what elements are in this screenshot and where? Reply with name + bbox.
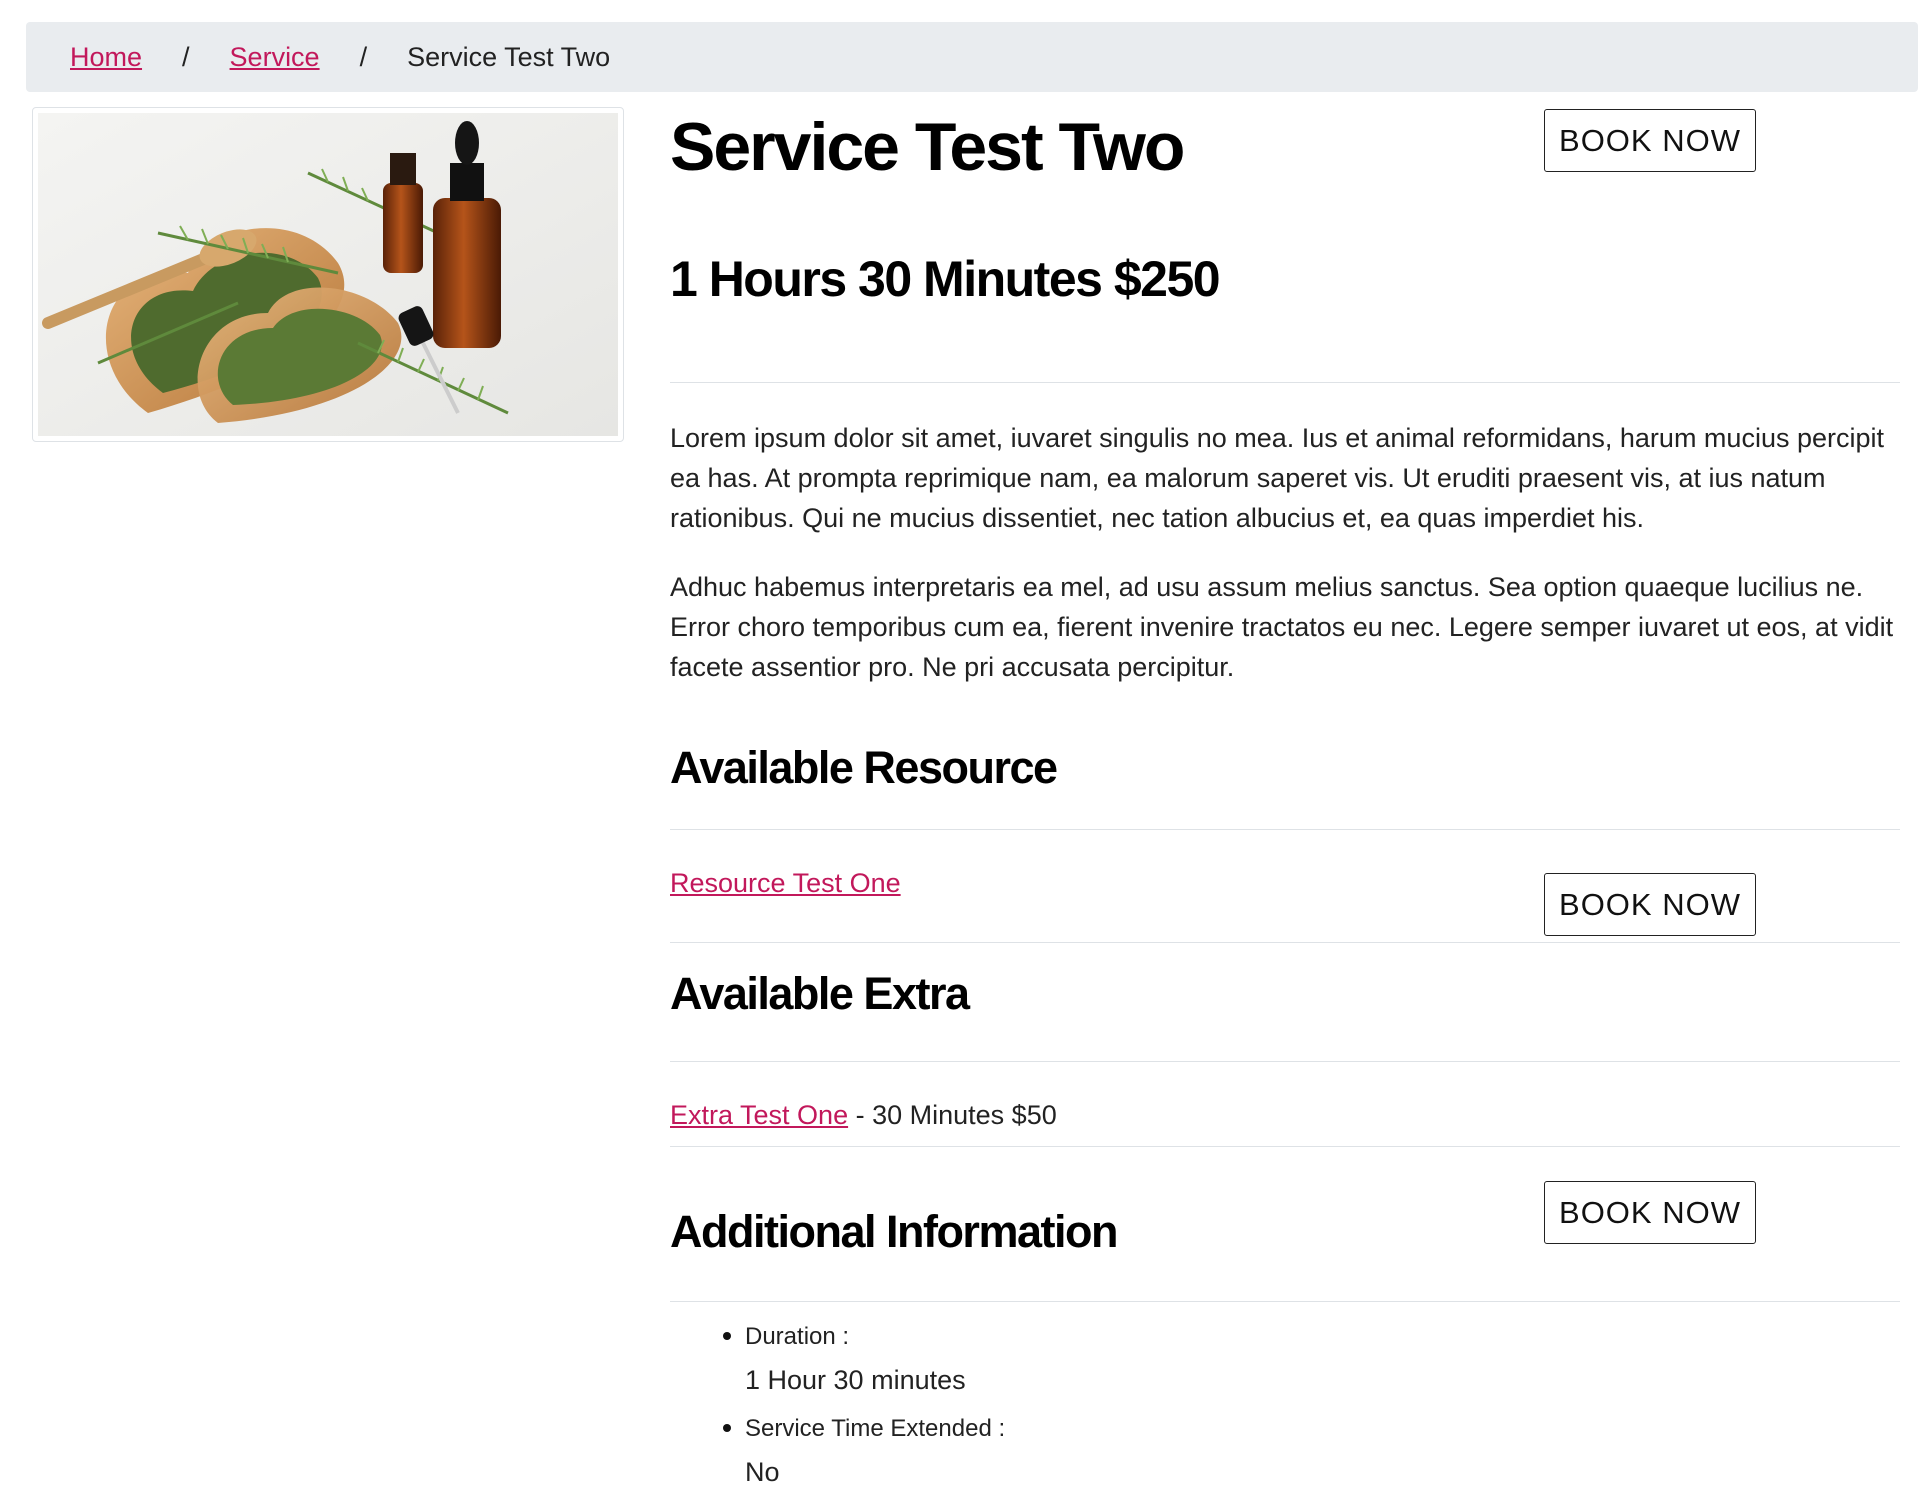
breadcrumb-separator: / (359, 41, 368, 72)
info-label-duration: Duration : (745, 1323, 850, 1350)
divider (670, 1146, 1900, 1147)
divider (670, 382, 1900, 383)
book-now-button-top[interactable]: BOOK NOW (1544, 109, 1756, 172)
divider (670, 942, 1900, 943)
resource-link[interactable]: Resource Test One (670, 868, 901, 898)
breadcrumb-separator: / (182, 41, 190, 72)
divider (670, 1301, 1900, 1302)
list-item: Duration : 1 Hour 30 minutes (700, 1318, 1005, 1402)
available-resource-heading: Available Resource (670, 742, 1058, 793)
additional-info-list: Duration : 1 Hour 30 minutes Service Tim… (700, 1318, 1005, 1502)
bullet-icon (723, 1332, 731, 1340)
herbal-oil-photo (38, 113, 618, 436)
info-label-time-extended: Service Time Extended : (745, 1415, 1006, 1442)
description-paragraph-1: Lorem ipsum dolor sit amet, iuvaret sing… (670, 423, 1884, 533)
extra-link[interactable]: Extra Test One (670, 1100, 848, 1130)
book-now-button-additional[interactable]: BOOK NOW (1544, 1181, 1756, 1244)
breadcrumb: Home / Service / Service Test Two (26, 22, 1918, 92)
info-value-time-extended: No (745, 1457, 780, 1487)
divider (670, 1061, 1900, 1062)
breadcrumb-service-link[interactable]: Service (230, 42, 320, 73)
book-now-button-resource[interactable]: BOOK NOW (1544, 873, 1756, 936)
description-paragraph-2: Adhuc habemus interpretaris ea mel, ad u… (670, 572, 1894, 682)
extra-item: Extra Test One - 30 Minutes $50 (670, 1100, 1057, 1131)
service-title: Service Test Two (670, 109, 1185, 185)
breadcrumb-current: Service Test Two (407, 41, 611, 72)
extra-detail: - 30 Minutes $50 (855, 1100, 1057, 1130)
available-extra-heading: Available Extra (670, 968, 970, 1019)
list-item: Service Time Extended : No (700, 1410, 1005, 1494)
bullet-icon (723, 1424, 731, 1432)
service-duration-price: 1 Hours 30 Minutes $250 (670, 251, 1221, 307)
breadcrumb-home-link[interactable]: Home (70, 42, 142, 73)
service-image (32, 107, 624, 442)
divider (670, 829, 1900, 830)
resource-item: Resource Test One (670, 868, 901, 899)
additional-information-heading: Additional Information (670, 1206, 1118, 1257)
info-value-duration: 1 Hour 30 minutes (745, 1365, 966, 1395)
